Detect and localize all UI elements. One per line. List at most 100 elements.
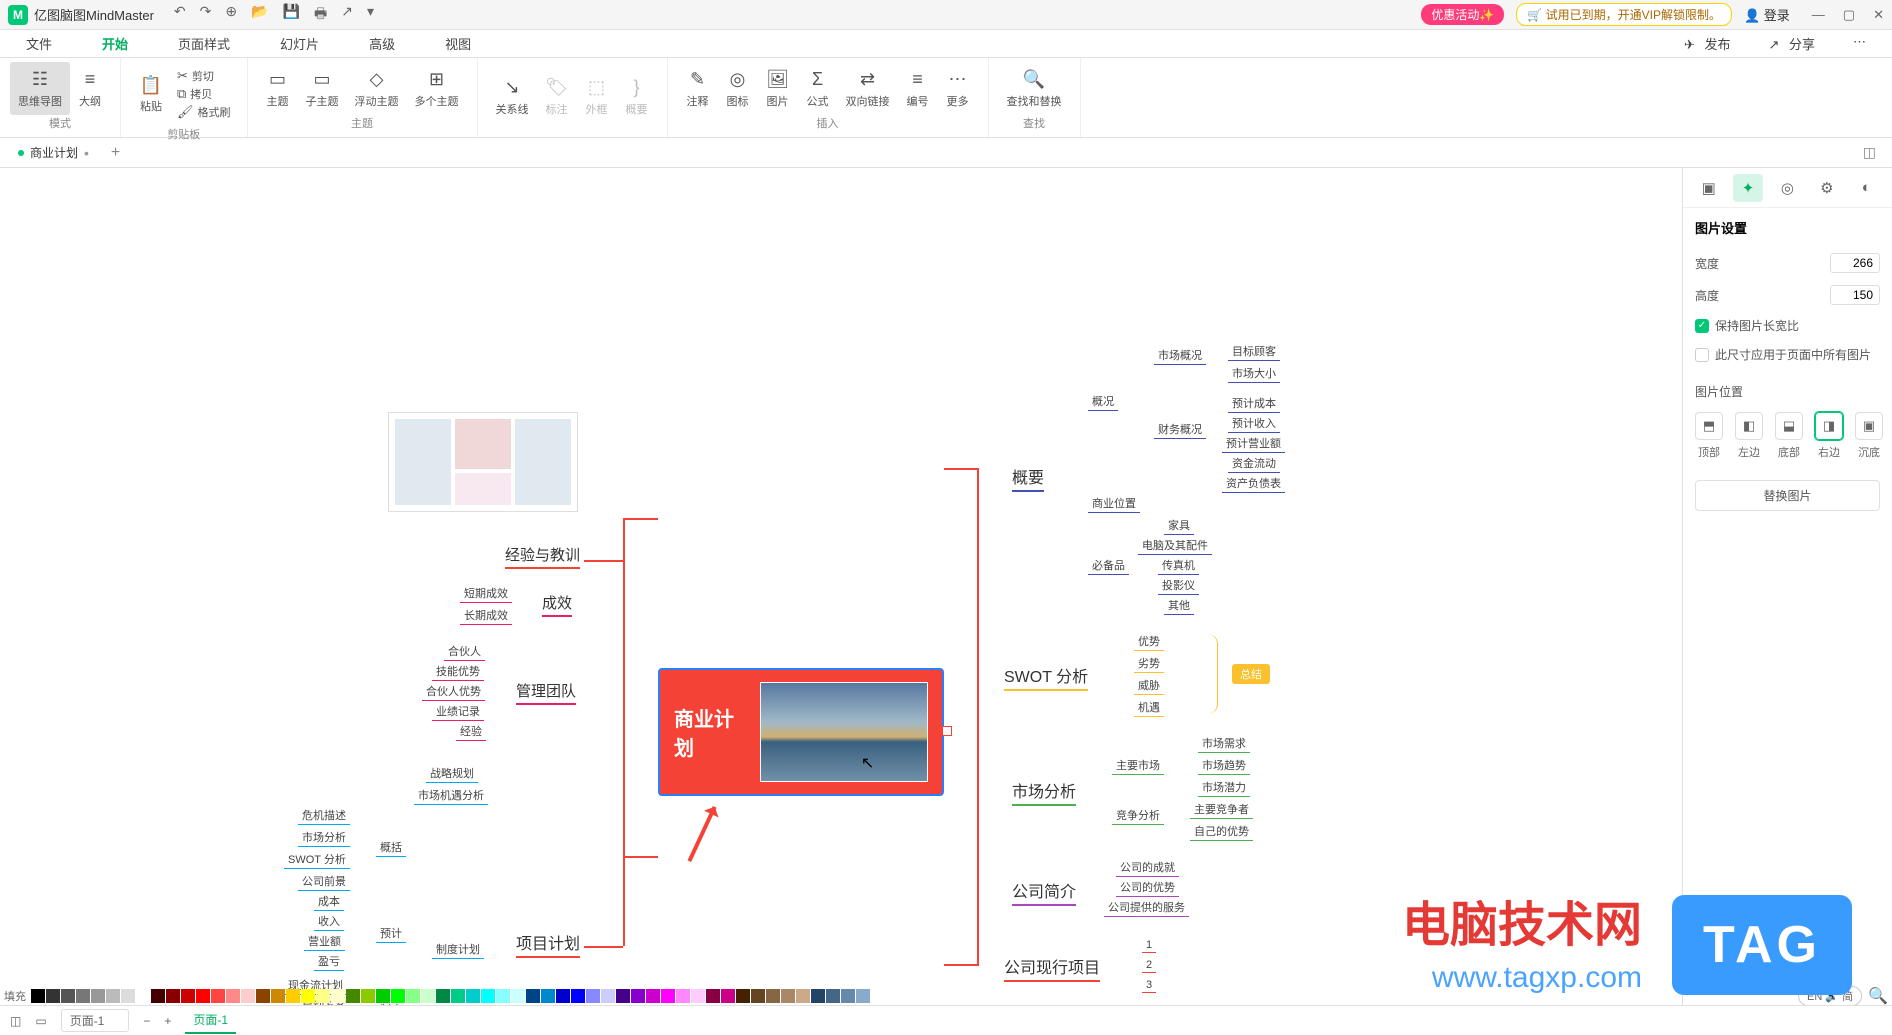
page-select[interactable]: 页面-1 [61,1009,130,1032]
trial-notice[interactable]: 🛒 试用已到期，开通VIP解锁限制。 [1516,3,1732,26]
promo-badge[interactable]: 优惠活动 ✨ [1421,4,1504,25]
subnode[interactable]: 危机描述 [298,806,350,825]
color-swatch[interactable] [526,989,540,1003]
page-tab[interactable]: 页面-1 [185,1007,236,1034]
subnode[interactable]: 主要竞争者 [1190,800,1253,819]
height-input[interactable] [1830,285,1880,305]
color-swatch[interactable] [466,989,480,1003]
color-swatch[interactable] [91,989,105,1003]
view-list-icon[interactable]: ▭ [35,1014,46,1028]
color-swatch[interactable] [106,989,120,1003]
ribbon-注释[interactable]: ✎注释 [678,62,718,115]
doc-tab[interactable]: 商业计划 • [10,144,97,161]
subnode[interactable]: 资产负债表 [1222,474,1285,493]
color-swatch[interactable] [121,989,135,1003]
color-swatch[interactable] [76,989,90,1003]
subnode[interactable]: 资金流动 [1228,454,1280,473]
subnode[interactable]: 市场需求 [1198,734,1250,753]
color-swatch[interactable] [676,989,690,1003]
subnode[interactable]: SWOT 分析 [284,850,350,869]
ribbon-浮动主题[interactable]: ◇浮动主题 [347,62,407,115]
subnode[interactable]: 必备品 [1088,556,1129,575]
width-input[interactable] [1830,253,1880,273]
color-swatch[interactable] [781,989,795,1003]
subnode[interactable]: 预计成本 [1228,394,1280,413]
color-swatch[interactable] [361,989,375,1003]
color-swatch[interactable] [196,989,210,1003]
subnode[interactable]: 竞争分析 [1112,806,1164,825]
subnode[interactable]: 2 [1142,958,1156,973]
subnode[interactable]: 营业额 [304,932,345,951]
subnode[interactable]: 短期成效 [460,584,512,603]
minimize-icon[interactable]: — [1812,7,1825,23]
ribbon-更多[interactable]: ⋯更多 [938,62,978,115]
color-swatch[interactable] [661,989,675,1003]
color-swatch[interactable] [481,989,495,1003]
open-icon[interactable]: 📂 [251,3,268,27]
subnode[interactable]: 战略规划 [426,764,478,783]
subnode[interactable]: 电脑及其配件 [1138,536,1212,555]
subnode[interactable]: 收入 [314,912,344,931]
subnode[interactable]: 业绩记录 [432,702,484,721]
color-swatch[interactable] [496,989,510,1003]
color-swatch[interactable] [601,989,615,1003]
position-底部[interactable]: ⬓底部 [1775,412,1803,460]
mindmap-canvas[interactable]: 商业计划 ↖ 经验与教训 成效 短期成效 长期成效 管理团队 合伙人 技能优势 … [0,168,1682,1005]
keep-ratio-checkbox[interactable]: ✓ [1695,319,1709,333]
menu-more-icon[interactable]: ⋯ [1847,30,1872,57]
color-swatch[interactable] [766,989,780,1003]
position-右边[interactable]: ◨右边 [1815,412,1843,460]
subnode[interactable]: 投影仪 [1158,576,1199,595]
ribbon-概要[interactable]: }概要 [617,62,657,131]
color-swatch[interactable] [616,989,630,1003]
panel-tab-image-icon[interactable]: ✦ [1733,174,1763,202]
subnode[interactable]: 技能优势 [432,662,484,681]
color-swatch[interactable] [736,989,750,1003]
branch-team[interactable]: 管理团队 [516,680,576,705]
subnode[interactable]: 合伙人 [444,642,485,661]
color-swatch[interactable] [841,989,855,1003]
share-button[interactable]: ↗ 分享 [1762,30,1827,57]
branch-overview[interactable]: 概要 [1012,464,1044,492]
subnode[interactable]: 劣势 [1134,654,1164,673]
color-swatch[interactable] [226,989,240,1003]
subnode[interactable]: 市场大小 [1228,364,1280,383]
ribbon-双向链接[interactable]: ⇄双向链接 [838,62,898,115]
ribbon-查找和替换[interactable]: 🔍查找和替换 [999,62,1070,115]
color-swatch[interactable] [256,989,270,1003]
color-swatch[interactable] [571,989,585,1003]
color-swatch[interactable] [796,989,810,1003]
color-swatch[interactable] [31,989,45,1003]
ribbon-编号[interactable]: ≡编号 [898,62,938,115]
save-icon[interactable]: 💾 [283,3,300,27]
qat-more-icon[interactable]: ▾ [367,3,374,27]
subnode[interactable]: 预计营业额 [1222,434,1285,453]
branch-effect[interactable]: 成效 [542,592,572,617]
print-icon[interactable]: 🖶 [314,3,327,27]
ribbon-剪切[interactable]: ✂剪切 [177,68,231,84]
color-swatch[interactable] [751,989,765,1003]
color-swatch[interactable] [646,989,660,1003]
close-icon[interactable]: ✕ [1873,7,1884,23]
color-swatch[interactable] [586,989,600,1003]
menu-start[interactable]: 开始 [96,30,134,57]
subnode[interactable]: 主要市场 [1112,756,1164,775]
ribbon-关系线[interactable]: ↘关系线 [488,62,537,131]
apply-all-checkbox[interactable] [1695,348,1709,362]
view-grid-icon[interactable]: ◫ [10,1014,21,1028]
color-swatch[interactable] [271,989,285,1003]
panel-toggle-icon[interactable]: ◫ [1857,144,1882,161]
color-swatch[interactable] [421,989,435,1003]
subnode[interactable]: 预计 [376,924,406,943]
menu-slides[interactable]: 幻灯片 [274,30,325,57]
ribbon-格式刷[interactable]: 🖌格式刷 [177,104,231,120]
color-swatch[interactable] [436,989,450,1003]
replace-image-button[interactable]: 替换图片 [1695,480,1880,511]
subnode[interactable]: 经验 [456,722,486,741]
ribbon-粘贴[interactable]: 📋粘贴 [131,62,171,126]
subnode[interactable]: 概括 [376,838,406,857]
branch-project-plan[interactable]: 项目计划 [516,930,580,958]
ribbon-图标[interactable]: ◎图标 [718,62,758,115]
branch-market[interactable]: 市场分析 [1012,778,1076,806]
floating-image[interactable] [388,412,578,512]
